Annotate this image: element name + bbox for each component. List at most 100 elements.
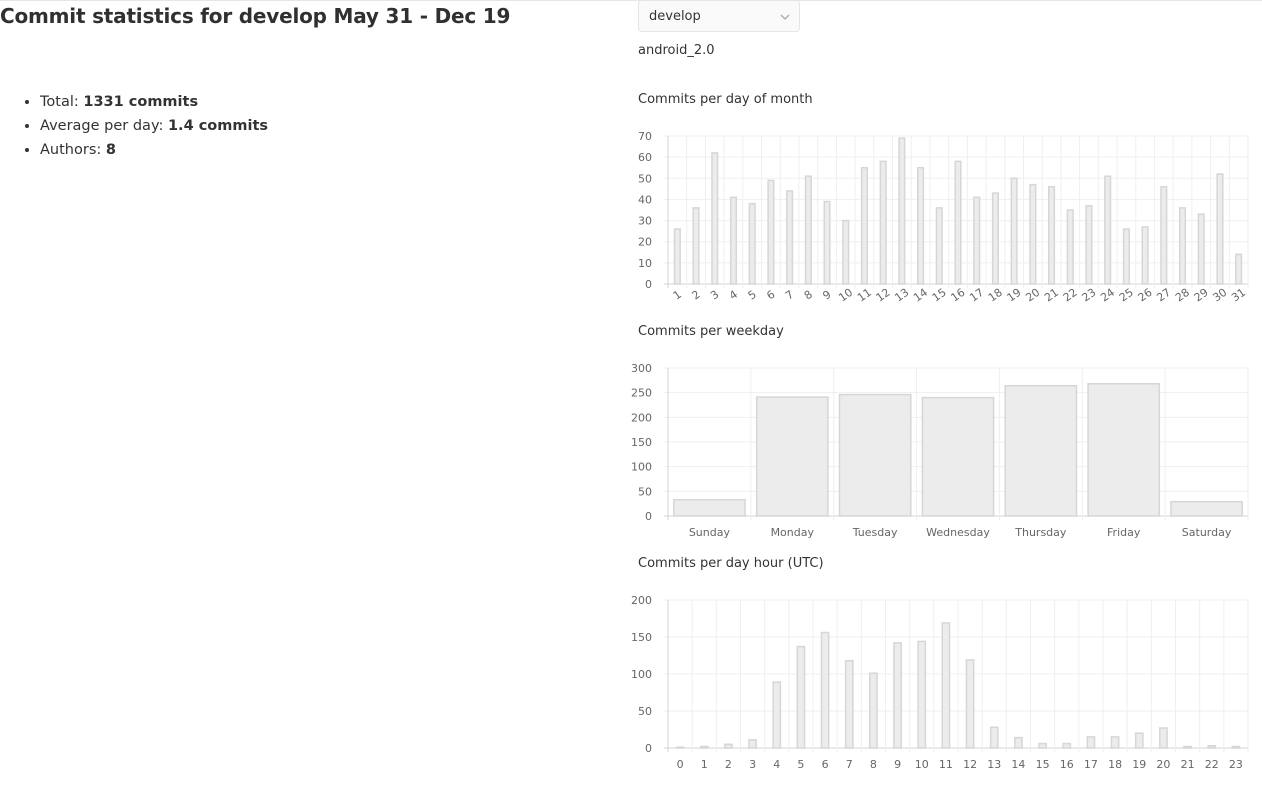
x-tick-label: 21 [1181,758,1195,771]
bar [1087,383,1161,517]
bar [1207,745,1217,749]
x-tick-label: 13 [892,286,911,305]
x-tick-label: 24 [1098,286,1117,305]
bar [1038,742,1047,749]
bar [844,659,854,749]
x-tick-label: 20 [1156,758,1170,771]
x-tick-label: 11 [939,758,953,771]
bar [673,228,681,285]
x-tick-label: 17 [1084,758,1098,771]
stats-list: Total: 1331 commits Average per day: 1.4… [22,90,268,162]
y-tick-label: 0 [645,278,652,291]
bar [767,179,775,285]
x-tick-label: 8 [870,758,877,771]
x-tick-label: Tuesday [852,526,898,539]
branch-select[interactable]: develop [638,0,800,32]
bar [748,202,756,285]
chart-title-day-of-month: Commits per day of month [638,92,813,107]
bar [921,396,995,517]
bar [989,726,999,749]
x-tick-label: 16 [1060,758,1074,771]
x-tick-label: 16 [949,286,968,305]
chart-day-of-month: 0102030405060701 2 3 4 5 6 7 8 9 10 11 12 13 14 15 16 17… [638,130,1249,305]
bar [804,175,812,285]
y-tick-label: 50 [638,172,652,185]
bar [772,681,782,749]
stat-total-label: Total: [40,94,79,110]
bar [1010,177,1018,285]
x-tick-label: 19 [1005,286,1024,305]
bar [842,219,850,285]
bar [1085,205,1093,285]
bar [935,207,943,285]
page-title: Commit statistics for develop May 31 - D… [0,4,511,28]
x-tick-label: 14 [1011,758,1025,771]
bar [954,160,962,285]
stat-authors-label: Authors: [40,142,102,158]
bar [1029,183,1037,285]
bar [823,200,831,285]
x-tick-label: 0 [677,758,684,771]
y-tick-label: 0 [645,510,652,523]
stat-total: Total: 1331 commits [40,90,268,114]
bar [1231,745,1241,749]
x-tick-label: 12 [874,286,893,305]
x-tick-label: 15 [1036,758,1050,771]
chart-day-hour: 0501001502000 1 2 3 4 5 6 7 8 9 10 11 12 13 14 15 16 17 18… [631,594,1249,771]
y-tick-label: 30 [638,215,652,228]
x-tick-label: 12 [963,758,977,771]
y-tick-label: 200 [631,594,652,607]
bar [1104,175,1112,285]
bar [1197,213,1205,285]
x-tick-label: 23 [1079,286,1098,305]
x-tick-label: 10 [836,286,855,305]
bar [675,746,685,749]
x-tick-label: 23 [1229,758,1243,771]
x-tick-label: 22 [1205,758,1219,771]
x-tick-label: 3 [749,758,756,771]
bar [1178,207,1187,285]
x-tick-label: 30 [1210,286,1229,305]
bar [755,396,829,517]
x-tick-label: 2 [725,758,732,771]
tag-label: android_2.0 [638,43,715,58]
y-tick-label: 250 [631,387,652,400]
x-tick-label: 9 [894,758,901,771]
y-tick-label: 40 [638,193,652,206]
bar [1110,736,1120,749]
x-tick-label: Thursday [1014,526,1067,539]
x-tick-label: Saturday [1182,526,1232,539]
x-tick-label: 27 [1154,286,1173,305]
bar [1216,173,1224,285]
x-tick-label: 14 [911,286,930,305]
stat-authors-value: 8 [105,142,116,158]
y-tick-label: 100 [631,668,652,681]
x-tick-label: 11 [855,286,874,305]
y-tick-label: 100 [631,461,652,474]
bar [838,393,912,517]
y-tick-label: 200 [631,411,652,424]
y-tick-label: 150 [631,436,652,449]
x-tick-label: 3 [708,288,721,303]
x-tick-label: 17 [967,286,986,305]
stat-total-value: 1331 commits [83,94,199,110]
x-tick-label: 4 [727,288,740,303]
chart-title-day-hour: Commits per day hour (UTC) [638,556,824,571]
bar [786,190,794,285]
y-tick-label: 70 [638,130,652,143]
x-tick-label: 5 [797,758,804,771]
x-tick-label: 25 [1117,286,1136,305]
x-tick-label: 18 [986,286,1005,305]
x-tick-label: 6 [764,288,777,303]
bar [973,196,981,285]
bar [941,622,951,749]
bar [796,645,806,749]
bar [869,672,878,749]
y-tick-label: 50 [638,705,652,718]
x-tick-label: 22 [1061,286,1080,305]
bar [748,739,757,749]
y-tick-label: 50 [638,485,652,498]
x-tick-label: 1 [701,758,708,771]
bar [1170,500,1243,517]
bar [1014,736,1023,749]
